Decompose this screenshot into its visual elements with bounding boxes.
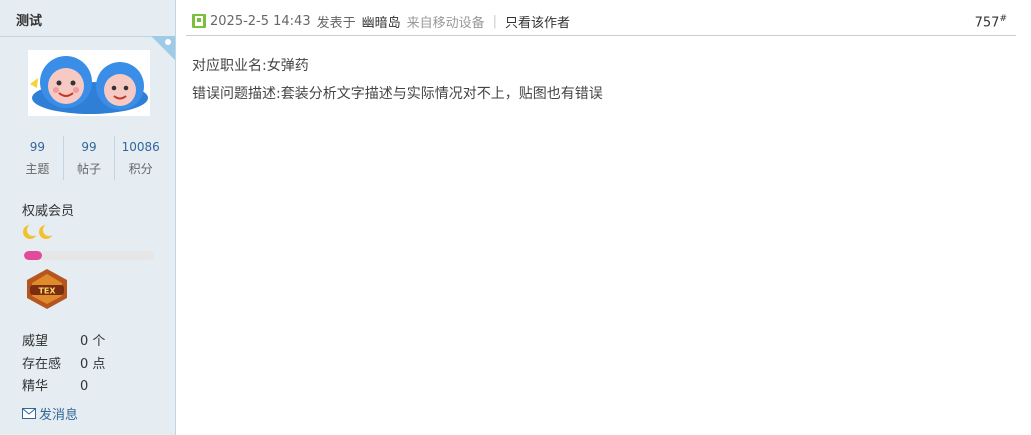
- post-content: 对应职业名:女弹药 错误问题描述:套装分析文字描述与实际情况对不上，贴图也有错误: [192, 52, 603, 108]
- field-presence: 存在感 0 点: [22, 353, 105, 372]
- send-message-label: 发消息: [39, 408, 79, 423]
- stat-value: 10086: [121, 140, 160, 154]
- level-moons-icon: [23, 224, 55, 239]
- envelope-icon: [22, 408, 36, 419]
- level-progress-fill: [24, 251, 43, 260]
- field-value: 0 个: [80, 334, 106, 349]
- floor-suffix: #: [999, 14, 1007, 24]
- stat-threads[interactable]: 99 主题: [12, 136, 64, 180]
- post-header: 2025-2-5 14:43 发表于 幽暗岛 来自移动设备 | 只看该作者: [192, 10, 1031, 32]
- post-line: 错误问题描述:套装分析文字描述与实际情况对不上，贴图也有错误: [192, 86, 603, 102]
- post-main: 2025-2-5 14:43 发表于 幽暗岛 来自移动设备 | 只看该作者 75…: [176, 0, 1031, 435]
- field-key: 精华: [22, 379, 49, 394]
- post-line: 对应职业名:女弹药: [192, 58, 309, 74]
- stat-value: 99: [81, 140, 97, 154]
- floor-number[interactable]: 757#: [975, 14, 1007, 30]
- level-progress-bar: [24, 251, 154, 260]
- stat-points[interactable]: 10086 积分: [115, 136, 166, 180]
- avatar[interactable]: [28, 50, 150, 116]
- medal-badge-icon[interactable]: TEX: [22, 268, 72, 310]
- posted-in-label: 发表于: [316, 15, 356, 31]
- post-date: 2025-2-5 14:43: [210, 13, 311, 29]
- device-text: 来自移动设备: [406, 15, 485, 31]
- divider: [186, 35, 1016, 36]
- only-author-link[interactable]: 只看该作者: [505, 12, 570, 31]
- author-stats: 99 主题 99 帖子 10086 积分: [12, 136, 166, 180]
- field-key: 存在感: [22, 357, 62, 372]
- field-prestige: 威望 0 个: [22, 330, 105, 349]
- online-status-icon: [151, 36, 175, 60]
- post-author-link[interactable]: 幽暗岛: [362, 12, 401, 31]
- svg-text:TEX: TEX: [38, 287, 56, 296]
- divider: |: [492, 13, 498, 29]
- send-message-button[interactable]: 发消息: [22, 404, 78, 423]
- field-key: 威望: [22, 334, 49, 349]
- field-digest: 精华 0: [22, 375, 88, 394]
- stat-label: 积分: [128, 162, 153, 176]
- stat-value: 99: [29, 140, 45, 154]
- author-sidebar: 测试 99 主题 99 帖子 10086 积分 权威会员 TEX 威望 0 个 …: [0, 0, 176, 435]
- stat-posts[interactable]: 99 帖子: [64, 136, 116, 180]
- divider: [0, 36, 175, 37]
- field-value: 0: [80, 379, 89, 394]
- author-username[interactable]: 测试: [16, 10, 42, 29]
- mobile-device-icon: [192, 14, 206, 28]
- floor-value: 757: [974, 15, 1000, 31]
- stat-label: 主题: [25, 162, 50, 176]
- field-value: 0 点: [80, 357, 106, 372]
- stat-label: 帖子: [77, 162, 102, 176]
- user-group[interactable]: 权威会员: [22, 200, 74, 219]
